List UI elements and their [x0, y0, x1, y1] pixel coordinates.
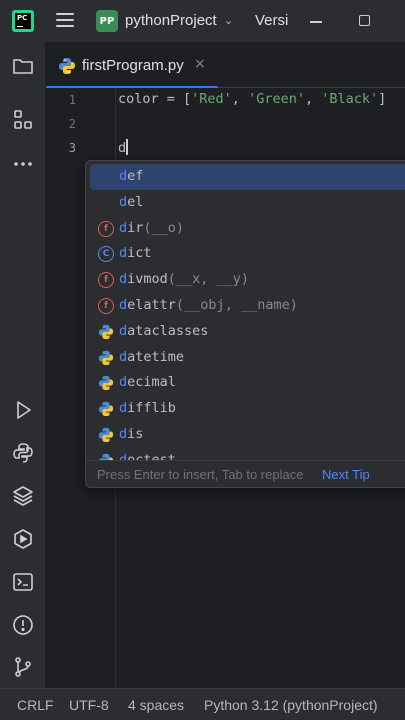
python-module-icon	[98, 453, 114, 460]
code-line-1: color = ['Red', 'Green', 'Black']	[118, 91, 387, 107]
editor-tab-bar: firstProgram.py ×	[46, 42, 405, 89]
python-file-icon	[58, 57, 76, 79]
completion-item[interactable]: decimal	[90, 370, 405, 396]
line-number: 2	[68, 117, 76, 131]
python-module-icon	[98, 324, 114, 340]
project-badge[interactable]: PP	[96, 10, 118, 32]
python-module-icon	[98, 375, 114, 391]
line-separator-widget[interactable]: CRLF	[17, 697, 54, 713]
completion-item[interactable]: difflib	[90, 396, 405, 422]
python-packages-icon[interactable]	[11, 484, 35, 508]
vcs-widget-label[interactable]: Versi	[255, 12, 288, 29]
indent-widget[interactable]: 4 spaces	[128, 697, 184, 713]
completion-item-label: decimal	[119, 374, 176, 391]
maximize-icon[interactable]	[359, 15, 370, 26]
minimize-icon[interactable]	[310, 21, 322, 23]
completion-item-label: del	[119, 193, 144, 210]
more-icon[interactable]	[11, 152, 35, 176]
completion-item[interactable]: datetime	[90, 345, 405, 371]
python-module-icon	[98, 401, 114, 417]
completion-list[interactable]: def del f dir(__o) Cdict f divmod(__x, __y) f de…	[86, 164, 405, 460]
completion-popup: def del f dir(__o) Cdict f divmod(__x, __y) f de…	[85, 160, 405, 488]
terminal-icon[interactable]	[11, 570, 35, 594]
completion-item-label: divmod(__x, __y)	[119, 271, 250, 288]
completion-item[interactable]: f divmod(__x, __y)	[90, 267, 405, 293]
project-name[interactable]: pythonProject	[125, 12, 217, 29]
completion-item[interactable]: dataclasses	[90, 319, 405, 345]
encoding-widget[interactable]: UTF-8	[69, 697, 109, 713]
completion-item[interactable]: def	[90, 164, 405, 190]
keyword-blank-icon	[98, 195, 114, 211]
line-number: 1	[68, 93, 76, 107]
tab-firstprogram[interactable]: firstProgram.py ×	[46, 42, 218, 89]
completion-item-label: def	[119, 168, 144, 184]
completion-footer: Press Enter to insert, Tab to replace Ne…	[86, 460, 405, 487]
completion-hint: Press Enter to insert, Tab to replace	[97, 467, 304, 482]
completion-item[interactable]: f dir(__o)	[90, 216, 405, 242]
line-number: 3	[68, 141, 76, 155]
completion-item[interactable]: dis	[90, 422, 405, 448]
run-icon[interactable]	[11, 398, 35, 422]
class-icon: C	[98, 246, 114, 263]
services-icon[interactable]	[11, 527, 35, 551]
keyword-blank-icon	[98, 169, 114, 185]
code-line-3: d	[118, 139, 128, 156]
completion-item[interactable]: del	[90, 190, 405, 216]
interpreter-widget[interactable]: Python 3.12 (pythonProject)	[204, 697, 378, 713]
function-icon: f	[98, 272, 114, 289]
completion-item-label: dict	[119, 245, 152, 262]
completion-item-label: dis	[119, 426, 144, 442]
chevron-down-icon[interactable]: ⌄	[224, 14, 233, 27]
tool-window-strip	[0, 42, 46, 688]
structure-icon[interactable]	[11, 108, 35, 132]
completion-item-label: difflib	[119, 400, 176, 417]
main-menu-icon[interactable]	[56, 13, 74, 27]
completion-item-label: delattr(__obj, __name)	[119, 297, 298, 313]
title-bar: PC PP pythonProject ⌄ Versi	[0, 0, 405, 42]
tab-label: firstProgram.py	[82, 57, 184, 74]
problems-icon[interactable]	[11, 613, 35, 637]
version-control-icon[interactable]	[11, 655, 35, 679]
folder-icon[interactable]	[11, 54, 35, 78]
next-tip-link[interactable]: Next Tip	[322, 467, 370, 482]
function-icon: f	[98, 298, 114, 314]
pycharm-logo-icon[interactable]: PC	[12, 10, 34, 32]
function-icon: f	[98, 220, 114, 237]
text-caret	[126, 139, 128, 155]
completion-item[interactable]: f delattr(__obj, __name)	[90, 293, 405, 319]
close-icon[interactable]: ×	[194, 56, 206, 72]
completion-item-label: dir(__o)	[119, 219, 185, 236]
completion-item[interactable]: doctest	[90, 448, 405, 460]
status-bar: CRLF UTF-8 4 spaces Python 3.12 (pythonP…	[0, 688, 405, 720]
completion-item-label: dataclasses	[119, 322, 209, 339]
completion-item-label: datetime	[119, 348, 185, 365]
python-console-icon[interactable]	[11, 441, 35, 465]
python-module-icon	[98, 350, 114, 366]
completion-item-label: doctest	[119, 451, 176, 460]
completion-item[interactable]: Cdict	[90, 241, 405, 267]
python-module-icon	[98, 427, 114, 443]
